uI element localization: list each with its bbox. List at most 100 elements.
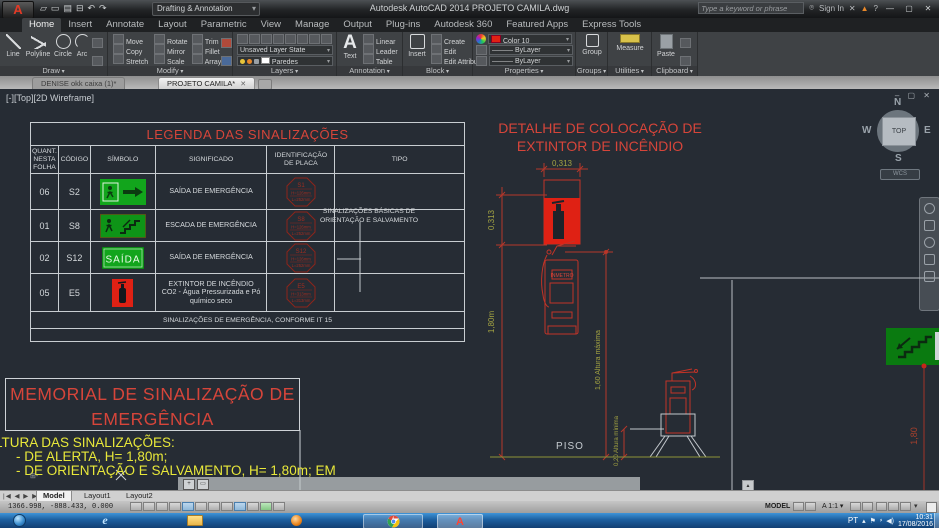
start-button[interactable]: [6, 514, 32, 527]
language-indicator[interactable]: PT: [848, 516, 858, 525]
close-tab-icon[interactable]: ✕: [240, 81, 246, 88]
lineweight-dropdown[interactable]: ——— ByLayer▾: [489, 56, 573, 66]
clean-screen-button[interactable]: [926, 502, 937, 513]
annotation-visibility-button[interactable]: [850, 502, 861, 511]
osnap3d-toggle[interactable]: [208, 502, 220, 511]
binoculars-icon[interactable]: ⌾: [809, 3, 814, 13]
insert-block-button[interactable]: Insert: [405, 34, 429, 58]
linetype-dropdown[interactable]: ——— ByLayer▾: [489, 45, 573, 55]
otrack-toggle[interactable]: [221, 502, 233, 511]
viewcube-west[interactable]: W: [862, 125, 871, 136]
tab-insert[interactable]: Insert: [61, 18, 99, 32]
tab-express-tools[interactable]: Express Tools: [575, 18, 648, 32]
show-desktop-button[interactable]: [934, 513, 939, 528]
modify-panel-label[interactable]: Modify: [108, 66, 232, 76]
lock-ui-button[interactable]: [888, 502, 899, 511]
restore-button[interactable]: ▢: [902, 4, 916, 13]
trim-button[interactable]: Trim: [192, 34, 221, 44]
status-menu-arrow[interactable]: ▾: [914, 502, 918, 511]
autoscale-button[interactable]: [862, 502, 873, 511]
workspace-switch-button[interactable]: [876, 502, 887, 511]
quickview-layouts-button[interactable]: [793, 502, 804, 511]
layer-properties-icon[interactable]: [237, 34, 248, 44]
measure-button[interactable]: Measure: [612, 34, 648, 52]
tab-manage[interactable]: Manage: [288, 18, 336, 32]
pan-icon[interactable]: [924, 220, 935, 231]
taskbar-autocad[interactable]: A: [437, 514, 483, 528]
block-panel-label[interactable]: Block: [403, 66, 472, 76]
osnap-toggle[interactable]: [195, 502, 207, 511]
navigation-bar[interactable]: [919, 197, 939, 311]
layers-panel-label[interactable]: Layers: [233, 66, 336, 76]
tab-layout2[interactable]: Layout2: [120, 491, 159, 501]
tab-view[interactable]: View: [254, 18, 288, 32]
viewcube[interactable]: N W E S TOP WCS: [860, 97, 936, 189]
grid-toggle[interactable]: [156, 502, 168, 511]
tab-autodesk360[interactable]: Autodesk 360: [427, 18, 499, 32]
quickview-drawings-button[interactable]: [805, 502, 816, 511]
circle-button[interactable]: Circle: [52, 34, 74, 58]
minimize-button[interactable]: —: [883, 4, 897, 13]
rotate-button[interactable]: Rotate: [154, 34, 188, 44]
lwt-toggle[interactable]: [260, 502, 272, 511]
object-color-dropdown[interactable]: Color 10▾: [488, 34, 572, 44]
fillet-button[interactable]: Fillet: [192, 44, 221, 54]
taskbar-ie[interactable]: e: [92, 514, 118, 527]
properties-panel-label[interactable]: Properties: [473, 66, 575, 76]
qp-toggle[interactable]: [273, 502, 285, 511]
cut-icon[interactable]: [680, 38, 691, 48]
tab-home[interactable]: Home: [22, 18, 61, 32]
ellipse-tool-icon[interactable]: [92, 56, 103, 66]
action-center-icon[interactable]: ⚑: [870, 517, 876, 525]
taskbar-explorer[interactable]: [182, 514, 208, 527]
ortho-toggle[interactable]: [169, 502, 181, 511]
stretch-button[interactable]: Stretch: [113, 54, 148, 64]
tab-annotate[interactable]: Annotate: [99, 18, 151, 32]
search-input[interactable]: [698, 2, 804, 14]
erase-icon[interactable]: [221, 38, 232, 48]
drawing-canvas[interactable]: [-][Top][2D Wireframe] ‒ ▢ ✕ DETALHE DE …: [0, 89, 939, 490]
clock[interactable]: 10:31 17/08/2016: [898, 514, 933, 528]
scroll-up-arrow[interactable]: ▲: [742, 480, 754, 490]
text-button[interactable]: AText: [340, 33, 360, 60]
volume-icon[interactable]: ◀): [886, 517, 894, 525]
explode-icon[interactable]: [221, 56, 232, 66]
rectangle-tool-icon[interactable]: [92, 38, 103, 48]
ducs-toggle[interactable]: [234, 502, 246, 511]
polyline-button[interactable]: Polyline: [24, 34, 52, 58]
leader-button[interactable]: Leader: [363, 44, 398, 54]
annotation-panel-label[interactable]: Annotation: [337, 66, 402, 76]
move-button[interactable]: Move: [113, 34, 148, 44]
layer-freeze-icon[interactable]: [273, 34, 284, 44]
tab-layout[interactable]: Layout: [151, 18, 194, 32]
dyn-toggle[interactable]: [247, 502, 259, 511]
layer-match-icon[interactable]: [297, 34, 308, 44]
annotation-scale-button[interactable]: A 1:1 ▾: [822, 502, 843, 511]
table-button[interactable]: Table: [363, 54, 398, 64]
viewcube-south[interactable]: S: [895, 153, 902, 164]
network-icon[interactable]: ⸗: [880, 517, 882, 524]
paste-button[interactable]: Paste: [655, 34, 677, 58]
tray-expand-icon[interactable]: ▴: [862, 517, 866, 525]
close-button[interactable]: ✕: [921, 4, 935, 13]
full-navigation-wheel-icon[interactable]: [924, 203, 935, 214]
scale-button[interactable]: Scale: [154, 54, 188, 64]
autodesk360-icon[interactable]: ▲: [861, 4, 869, 13]
signin-link[interactable]: Sign In: [819, 4, 844, 13]
help-icon[interactable]: ?: [874, 4, 878, 13]
utilities-panel-label[interactable]: Utilities: [608, 66, 651, 76]
layer-prev-icon[interactable]: [309, 34, 320, 44]
taskbar-media-player[interactable]: [283, 514, 309, 527]
arc-button[interactable]: Arc: [74, 34, 90, 58]
snap-toggle[interactable]: [143, 502, 155, 511]
layer-off-icon[interactable]: [249, 34, 260, 44]
copy-clip-icon[interactable]: [680, 56, 691, 66]
layer-state-icon[interactable]: [321, 34, 332, 44]
viewcube-north[interactable]: N: [894, 97, 901, 108]
showmotion-icon[interactable]: [924, 271, 935, 282]
viewcube-top-face[interactable]: TOP: [882, 117, 916, 146]
linear-button[interactable]: Linear: [363, 34, 398, 44]
group-button[interactable]: Group: [579, 34, 605, 56]
tab-parametric[interactable]: Parametric: [194, 18, 254, 32]
layer-isolate-icon[interactable]: [261, 34, 272, 44]
